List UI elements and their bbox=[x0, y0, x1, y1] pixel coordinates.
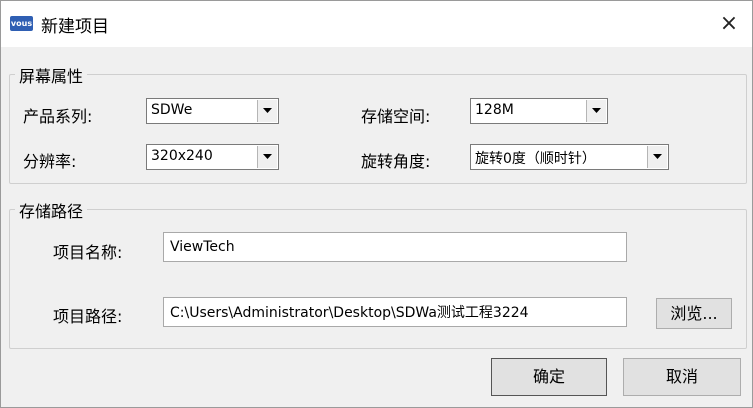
project-name-field[interactable] bbox=[163, 232, 627, 262]
product-series-value: SDWe bbox=[151, 102, 193, 118]
close-button[interactable]: × bbox=[714, 9, 744, 39]
screen-properties-title: 屏幕属性 bbox=[15, 63, 88, 87]
ok-button[interactable]: 确定 bbox=[491, 358, 607, 396]
resolution-select[interactable]: 320x240 bbox=[146, 144, 279, 170]
title-bar: vous 新建项目 × bbox=[1, 1, 752, 47]
product-series-label: 产品系列: bbox=[23, 107, 93, 126]
rotation-angle-value: 旋转0度（顺时针） bbox=[475, 151, 596, 167]
rotation-angle-select[interactable]: 旋转0度（顺时针） bbox=[470, 144, 669, 170]
project-path-field[interactable] bbox=[163, 297, 627, 327]
storage-space-label: 存储空间: bbox=[361, 107, 431, 126]
close-icon: × bbox=[719, 11, 739, 36]
rotation-angle-label: 旋转角度: bbox=[361, 152, 431, 171]
chevron-down-icon bbox=[257, 100, 277, 122]
project-path-input[interactable] bbox=[164, 298, 626, 326]
dialog-title: 新建项目 bbox=[41, 17, 109, 37]
resolution-value: 320x240 bbox=[151, 148, 213, 164]
storage-path-group: 存储路径 bbox=[9, 198, 747, 349]
chevron-down-icon bbox=[586, 100, 606, 122]
chevron-down-icon bbox=[257, 146, 277, 168]
resolution-label: 分辨率: bbox=[23, 152, 77, 171]
storage-space-select[interactable]: 128M bbox=[470, 98, 608, 124]
cancel-button[interactable]: 取消 bbox=[623, 358, 741, 396]
storage-path-title: 存储路径 bbox=[15, 198, 88, 222]
new-project-dialog: vous 新建项目 × 屏幕属性 产品系列: SDWe 存储空间: 128M 分… bbox=[0, 0, 753, 408]
storage-space-value: 128M bbox=[475, 102, 514, 118]
project-path-label: 项目路径: bbox=[53, 307, 123, 326]
browse-button[interactable]: 浏览... bbox=[656, 298, 732, 329]
project-name-input[interactable] bbox=[164, 233, 626, 261]
app-logo-icon: vous bbox=[10, 16, 33, 31]
product-series-select[interactable]: SDWe bbox=[146, 98, 279, 124]
project-name-label: 项目名称: bbox=[53, 243, 123, 262]
chevron-down-icon bbox=[647, 146, 667, 168]
